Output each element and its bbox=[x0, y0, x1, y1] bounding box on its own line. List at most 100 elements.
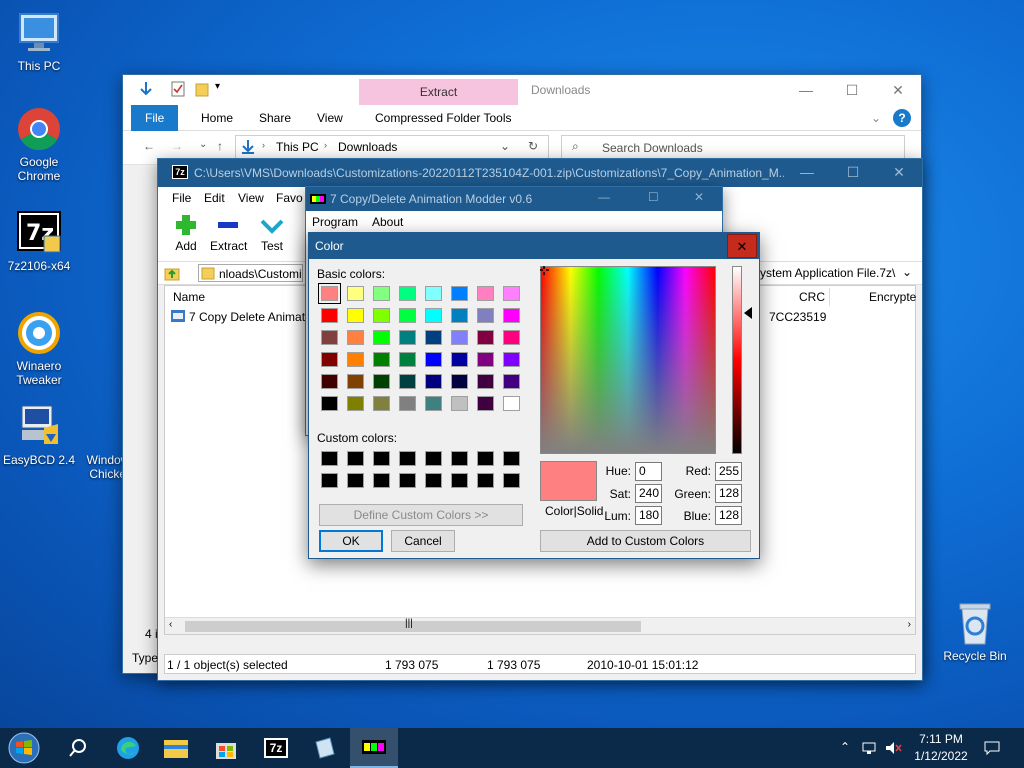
menu-favorites[interactable]: Favo bbox=[276, 191, 303, 205]
new-folder-icon[interactable] bbox=[195, 81, 209, 97]
basic-color-swatch[interactable] bbox=[347, 396, 364, 411]
add-to-custom-colors-button[interactable]: Add to Custom Colors bbox=[540, 530, 751, 552]
taskbar-7zip[interactable]: 7z bbox=[252, 728, 300, 768]
basic-color-swatch[interactable] bbox=[321, 374, 338, 389]
basic-color-swatch[interactable] bbox=[399, 308, 416, 323]
basic-color-swatch[interactable] bbox=[399, 286, 416, 301]
network-icon[interactable] bbox=[862, 740, 878, 756]
hue-input[interactable]: 0 bbox=[635, 462, 662, 481]
red-input[interactable]: 255 bbox=[715, 462, 742, 481]
test-button[interactable]: Test bbox=[260, 213, 284, 253]
up-arrow-icon[interactable]: ↑ bbox=[217, 139, 223, 153]
desktop-icon-7zip-installer[interactable]: 7z 7z2106-x64 bbox=[0, 210, 78, 273]
basic-color-swatch[interactable] bbox=[373, 308, 390, 323]
basic-color-swatch[interactable] bbox=[425, 286, 442, 301]
basic-color-swatch[interactable] bbox=[399, 396, 416, 411]
path-dropdown-icon[interactable]: ⌄ bbox=[902, 265, 912, 279]
basic-color-swatch[interactable] bbox=[451, 286, 468, 301]
taskbar-notepad-app[interactable] bbox=[300, 728, 348, 768]
luminance-slider[interactable] bbox=[732, 266, 742, 454]
basic-color-swatch[interactable] bbox=[451, 308, 468, 323]
close-button[interactable]: ✕ bbox=[876, 158, 922, 186]
column-header-encrypted[interactable]: Encrypte bbox=[869, 286, 916, 308]
desktop-icon-recycle-bin[interactable]: Recycle Bin bbox=[936, 600, 1014, 663]
address-bar[interactable]: › This PC › Downloads ⌄ ↻ bbox=[235, 135, 549, 159]
close-button[interactable]: ✕ bbox=[727, 234, 757, 258]
basic-color-swatch[interactable] bbox=[425, 374, 442, 389]
column-header-crc[interactable]: CRC bbox=[799, 286, 825, 308]
desktop-icon-winaero[interactable]: Winaero Tweaker bbox=[0, 310, 78, 387]
taskbar-file-explorer[interactable] bbox=[152, 728, 200, 768]
breadcrumb-this-pc[interactable]: This PC bbox=[276, 140, 319, 154]
ribbon-expand-icon[interactable]: ⌄ bbox=[871, 111, 881, 125]
taskbar-store[interactable] bbox=[202, 728, 250, 768]
column-header-name[interactable]: Name bbox=[173, 286, 205, 308]
clock-date[interactable]: 1/12/2022 bbox=[912, 749, 970, 763]
basic-color-swatch[interactable] bbox=[373, 374, 390, 389]
menu-file[interactable]: File bbox=[172, 191, 191, 205]
desktop-icon-chrome[interactable]: Google Chrome bbox=[0, 106, 78, 183]
custom-color-swatch[interactable] bbox=[477, 451, 494, 466]
lum-input[interactable]: 180 bbox=[635, 506, 662, 525]
search-box[interactable]: ⌕ Search Downloads bbox=[561, 135, 905, 159]
basic-color-swatch[interactable] bbox=[347, 374, 364, 389]
basic-color-swatch[interactable] bbox=[373, 330, 390, 345]
basic-color-swatch[interactable] bbox=[503, 374, 520, 389]
taskbar-edge[interactable] bbox=[104, 728, 152, 768]
color-spectrum[interactable] bbox=[540, 266, 716, 454]
horizontal-scrollbar[interactable]: ‹ ||| › bbox=[165, 617, 915, 634]
blue-input[interactable]: 128 bbox=[715, 506, 742, 525]
custom-color-swatch[interactable] bbox=[425, 451, 442, 466]
recent-locations-icon[interactable]: ⌄ bbox=[199, 139, 207, 150]
basic-color-swatch[interactable] bbox=[347, 286, 364, 301]
clock-time[interactable]: 7:11 PM bbox=[914, 732, 968, 746]
sat-input[interactable]: 240 bbox=[635, 484, 662, 503]
custom-color-swatch[interactable] bbox=[425, 473, 442, 488]
volume-muted-icon[interactable] bbox=[884, 740, 902, 756]
basic-color-swatch[interactable] bbox=[318, 283, 341, 304]
basic-color-swatch[interactable] bbox=[399, 374, 416, 389]
taskbar-modder-app[interactable] bbox=[350, 728, 398, 768]
menu-about[interactable]: About bbox=[372, 215, 403, 229]
custom-color-swatch[interactable] bbox=[503, 451, 520, 466]
desktop-icon-this-pc[interactable]: This PC bbox=[0, 10, 78, 73]
luminance-pointer-icon[interactable] bbox=[744, 307, 752, 319]
custom-color-swatch[interactable] bbox=[347, 451, 364, 466]
color-dialog-titlebar[interactable]: Color ✕ bbox=[309, 233, 759, 259]
close-button[interactable]: ✕ bbox=[875, 75, 921, 105]
custom-color-swatch[interactable] bbox=[477, 473, 494, 488]
basic-color-swatch[interactable] bbox=[373, 286, 390, 301]
tab-file[interactable]: File bbox=[131, 105, 179, 131]
custom-color-swatch[interactable] bbox=[373, 473, 390, 488]
basic-color-swatch[interactable] bbox=[477, 330, 494, 345]
ribbon-context-tab-extract[interactable]: Extract bbox=[359, 79, 518, 105]
basic-color-swatch[interactable] bbox=[503, 286, 520, 301]
extract-button[interactable]: Extract bbox=[210, 213, 247, 253]
basic-color-swatch[interactable] bbox=[477, 286, 494, 301]
basic-color-swatch[interactable] bbox=[321, 352, 338, 367]
basic-color-swatch[interactable] bbox=[399, 352, 416, 367]
basic-color-swatch[interactable] bbox=[425, 396, 442, 411]
color-dialog[interactable]: Color ✕ Basic colors: Custom colors: Def… bbox=[308, 232, 760, 559]
basic-color-swatch[interactable] bbox=[451, 352, 468, 367]
custom-color-swatch[interactable] bbox=[399, 473, 416, 488]
scrollbar-thumb[interactable] bbox=[185, 621, 641, 632]
crosshair-icon[interactable] bbox=[540, 266, 550, 276]
basic-color-swatch[interactable] bbox=[321, 330, 338, 345]
basic-color-swatch[interactable] bbox=[321, 396, 338, 411]
basic-color-swatch[interactable] bbox=[451, 330, 468, 345]
minimize-button[interactable]: — bbox=[598, 190, 610, 204]
notifications-icon[interactable] bbox=[984, 740, 1000, 756]
basic-color-swatch[interactable] bbox=[399, 330, 416, 345]
sevenzip-path-input[interactable]: nloads\Customi bbox=[198, 264, 303, 282]
basic-color-swatch[interactable] bbox=[503, 330, 520, 345]
basic-color-swatch[interactable] bbox=[425, 308, 442, 323]
maximize-button[interactable]: ☐ bbox=[829, 75, 875, 105]
basic-color-swatch[interactable] bbox=[503, 352, 520, 367]
basic-color-swatch[interactable] bbox=[425, 352, 442, 367]
modder-titlebar[interactable]: 7 Copy/Delete Animation Modder v0.6 — ☐ … bbox=[306, 187, 722, 211]
menu-program[interactable]: Program bbox=[312, 215, 358, 229]
custom-color-swatch[interactable] bbox=[451, 451, 468, 466]
breadcrumb-downloads[interactable]: Downloads bbox=[338, 140, 397, 154]
basic-color-swatch[interactable] bbox=[451, 374, 468, 389]
